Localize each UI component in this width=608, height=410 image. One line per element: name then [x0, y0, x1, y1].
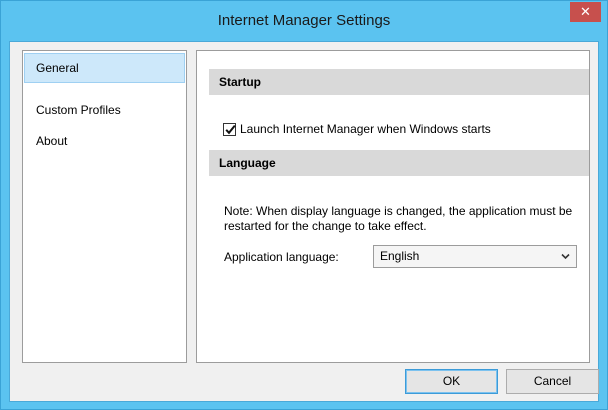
- checkmark-icon: [225, 124, 236, 134]
- sidebar-item-general[interactable]: General: [24, 53, 185, 83]
- general-settings-panel: Startup Launch Internet Manager when Win…: [196, 50, 590, 363]
- application-language-select[interactable]: English: [373, 245, 577, 268]
- window-title: Internet Manager Settings: [217, 12, 391, 29]
- selected-language: English: [380, 249, 420, 263]
- sidebar-item-custom-profiles[interactable]: Custom Profiles: [24, 95, 185, 125]
- chevron-down-icon: [561, 253, 570, 260]
- launch-on-startup-row[interactable]: Launch Internet Manager when Windows sta…: [223, 121, 491, 137]
- sidebar-item-label: General: [36, 61, 79, 75]
- application-language-label: Application language:: [224, 250, 339, 264]
- sidebar-item-about[interactable]: About: [24, 126, 185, 156]
- launch-on-startup-checkbox[interactable]: [223, 122, 236, 136]
- sidebar-item-label: About: [36, 134, 68, 148]
- settings-window: Internet Manager Settings ✕ General Cust…: [0, 0, 608, 410]
- cancel-button[interactable]: Cancel: [506, 369, 599, 394]
- dialog-client-area: General Custom Profiles About Startup La…: [9, 41, 599, 402]
- close-icon: ✕: [580, 4, 591, 19]
- language-section-header: Language: [209, 150, 589, 176]
- close-button[interactable]: ✕: [570, 2, 601, 22]
- sidebar-item-label: Custom Profiles: [36, 103, 121, 117]
- launch-on-startup-label: Launch Internet Manager when Windows sta…: [240, 122, 491, 136]
- title-bar[interactable]: Internet Manager Settings ✕: [1, 1, 607, 41]
- sidebar: General Custom Profiles About: [22, 50, 187, 363]
- ok-button[interactable]: OK: [405, 369, 498, 394]
- language-note: Note: When display language is changed, …: [224, 204, 573, 233]
- startup-section-header: Startup: [209, 69, 589, 95]
